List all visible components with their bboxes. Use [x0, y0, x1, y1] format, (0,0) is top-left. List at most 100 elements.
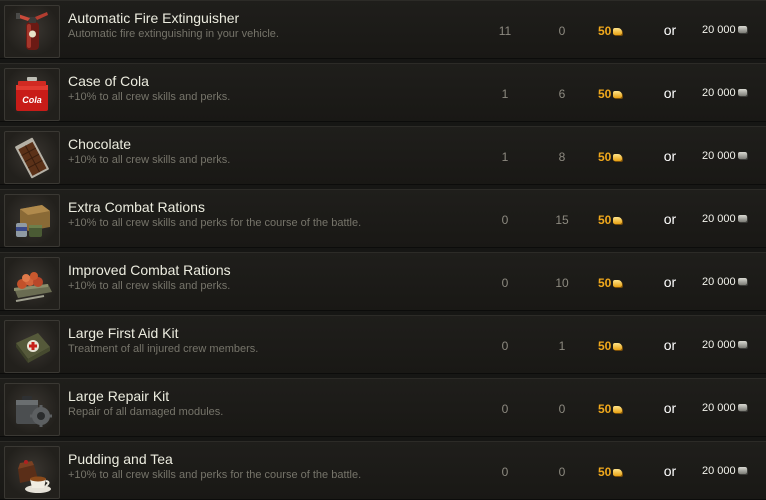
gold-price-value: 50 — [598, 213, 612, 227]
gold-icon — [613, 469, 623, 476]
gold-price-value: 50 — [598, 402, 612, 416]
gold-price-value: 50 — [598, 276, 612, 290]
gold-price[interactable]: 50 — [598, 402, 623, 416]
gold-icon — [613, 343, 623, 350]
credit-price[interactable]: 20 000 — [702, 24, 747, 36]
stock-count: 0 — [501, 213, 509, 227]
list-item[interactable]: Extra Combat Rations +10% to all crew sk… — [0, 189, 766, 248]
item-description: +10% to all crew skills and perks for th… — [68, 469, 362, 481]
improved-rations-icon — [14, 272, 52, 302]
item-icon-frame: Cola — [4, 68, 60, 121]
credit-price[interactable]: 20 000 — [702, 150, 747, 162]
first-aid-kit-icon — [16, 333, 50, 363]
credit-price-value: 20 000 — [702, 402, 736, 414]
item-icon-frame — [4, 383, 60, 436]
credits-icon — [737, 404, 747, 411]
credit-price-value: 20 000 — [702, 24, 736, 36]
credit-price[interactable]: 20 000 — [702, 87, 747, 99]
owned-count: 10 — [555, 276, 569, 290]
item-icon-frame — [4, 131, 60, 184]
cola-case-icon: Cola — [16, 77, 48, 111]
item-description: +10% to all crew skills and perks. — [68, 280, 231, 292]
owned-count: 6 — [558, 87, 566, 101]
or-separator: or — [663, 274, 677, 290]
credits-icon — [737, 467, 747, 474]
gold-price-value: 50 — [598, 339, 612, 353]
gold-icon — [613, 280, 623, 287]
list-item[interactable]: Large Repair Kit Repair of all damaged m… — [0, 378, 766, 437]
gold-price[interactable]: 50 — [598, 465, 623, 479]
item-description: +10% to all crew skills and perks for th… — [68, 217, 362, 229]
gold-price[interactable]: 50 — [598, 24, 623, 38]
list-item[interactable]: Chocolate +10% to all crew skills and pe… — [0, 126, 766, 185]
stock-count: 0 — [501, 276, 509, 290]
item-name: Case of Cola — [68, 73, 149, 89]
item-name: Automatic Fire Extinguisher — [68, 10, 240, 26]
item-name: Large First Aid Kit — [68, 325, 179, 341]
item-name: Extra Combat Rations — [68, 199, 205, 215]
item-description: Treatment of all injured crew members. — [68, 343, 259, 355]
owned-count: 8 — [558, 150, 566, 164]
item-icon-frame — [4, 257, 60, 310]
gold-price[interactable]: 50 — [598, 150, 623, 164]
gold-price[interactable]: 50 — [598, 339, 623, 353]
credit-price[interactable]: 20 000 — [702, 276, 747, 288]
or-separator: or — [663, 400, 677, 416]
or-separator: or — [663, 337, 677, 353]
stock-count: 0 — [501, 465, 509, 479]
credits-icon — [737, 215, 747, 222]
gold-icon — [613, 217, 623, 224]
fire-extinguisher-icon — [16, 12, 48, 50]
gold-icon — [613, 154, 623, 161]
list-item[interactable]: Cola Case of Cola +10% to all crew skill… — [0, 63, 766, 122]
list-item[interactable]: Large First Aid Kit Treatment of all inj… — [0, 315, 766, 374]
or-separator: or — [663, 148, 677, 164]
credit-price-value: 20 000 — [702, 465, 736, 477]
stock-count: 11 — [498, 24, 512, 38]
list-item[interactable]: Automatic Fire Extinguisher Automatic fi… — [0, 0, 766, 59]
repair-kit-icon — [16, 396, 52, 427]
consumables-list: Automatic Fire Extinguisher Automatic fi… — [0, 0, 766, 500]
credits-icon — [737, 341, 747, 348]
or-separator: or — [663, 85, 677, 101]
gold-icon — [613, 28, 623, 35]
item-name: Large Repair Kit — [68, 388, 170, 404]
item-description: Repair of all damaged modules. — [68, 406, 224, 418]
pudding-tea-icon — [18, 460, 51, 493]
credits-icon — [737, 152, 747, 159]
gold-price-value: 50 — [598, 150, 612, 164]
owned-count: 0 — [558, 465, 566, 479]
gold-price-value: 50 — [598, 87, 612, 101]
stock-count: 0 — [501, 402, 509, 416]
item-icon-frame — [4, 194, 60, 247]
stock-count: 0 — [501, 339, 509, 353]
chocolate-icon — [15, 137, 49, 179]
list-item[interactable]: Pudding and Tea +10% to all crew skills … — [0, 441, 766, 500]
credit-price-value: 20 000 — [702, 276, 736, 288]
cola-logo-text: Cola — [22, 95, 42, 105]
gold-price[interactable]: 50 — [598, 213, 623, 227]
list-item[interactable]: Improved Combat Rations +10% to all crew… — [0, 252, 766, 311]
gold-price[interactable]: 50 — [598, 276, 623, 290]
credits-icon — [737, 26, 747, 33]
or-separator: or — [663, 211, 677, 227]
credit-price[interactable]: 20 000 — [702, 339, 747, 351]
gold-price-value: 50 — [598, 465, 612, 479]
gold-icon — [613, 91, 623, 98]
stock-count: 1 — [501, 87, 509, 101]
or-separator: or — [663, 463, 677, 479]
item-name: Pudding and Tea — [68, 451, 173, 467]
owned-count: 0 — [558, 24, 566, 38]
item-icon-frame — [4, 5, 60, 58]
item-description: +10% to all crew skills and perks. — [68, 91, 231, 103]
item-description: Automatic fire extinguishing in your veh… — [68, 28, 279, 40]
credit-price[interactable]: 20 000 — [702, 465, 747, 477]
stock-count: 1 — [501, 150, 509, 164]
owned-count: 1 — [558, 339, 566, 353]
credit-price-value: 20 000 — [702, 213, 736, 225]
gold-price[interactable]: 50 — [598, 87, 623, 101]
credit-price[interactable]: 20 000 — [702, 213, 747, 225]
owned-count: 15 — [555, 213, 569, 227]
credit-price-value: 20 000 — [702, 150, 736, 162]
credit-price[interactable]: 20 000 — [702, 402, 747, 414]
